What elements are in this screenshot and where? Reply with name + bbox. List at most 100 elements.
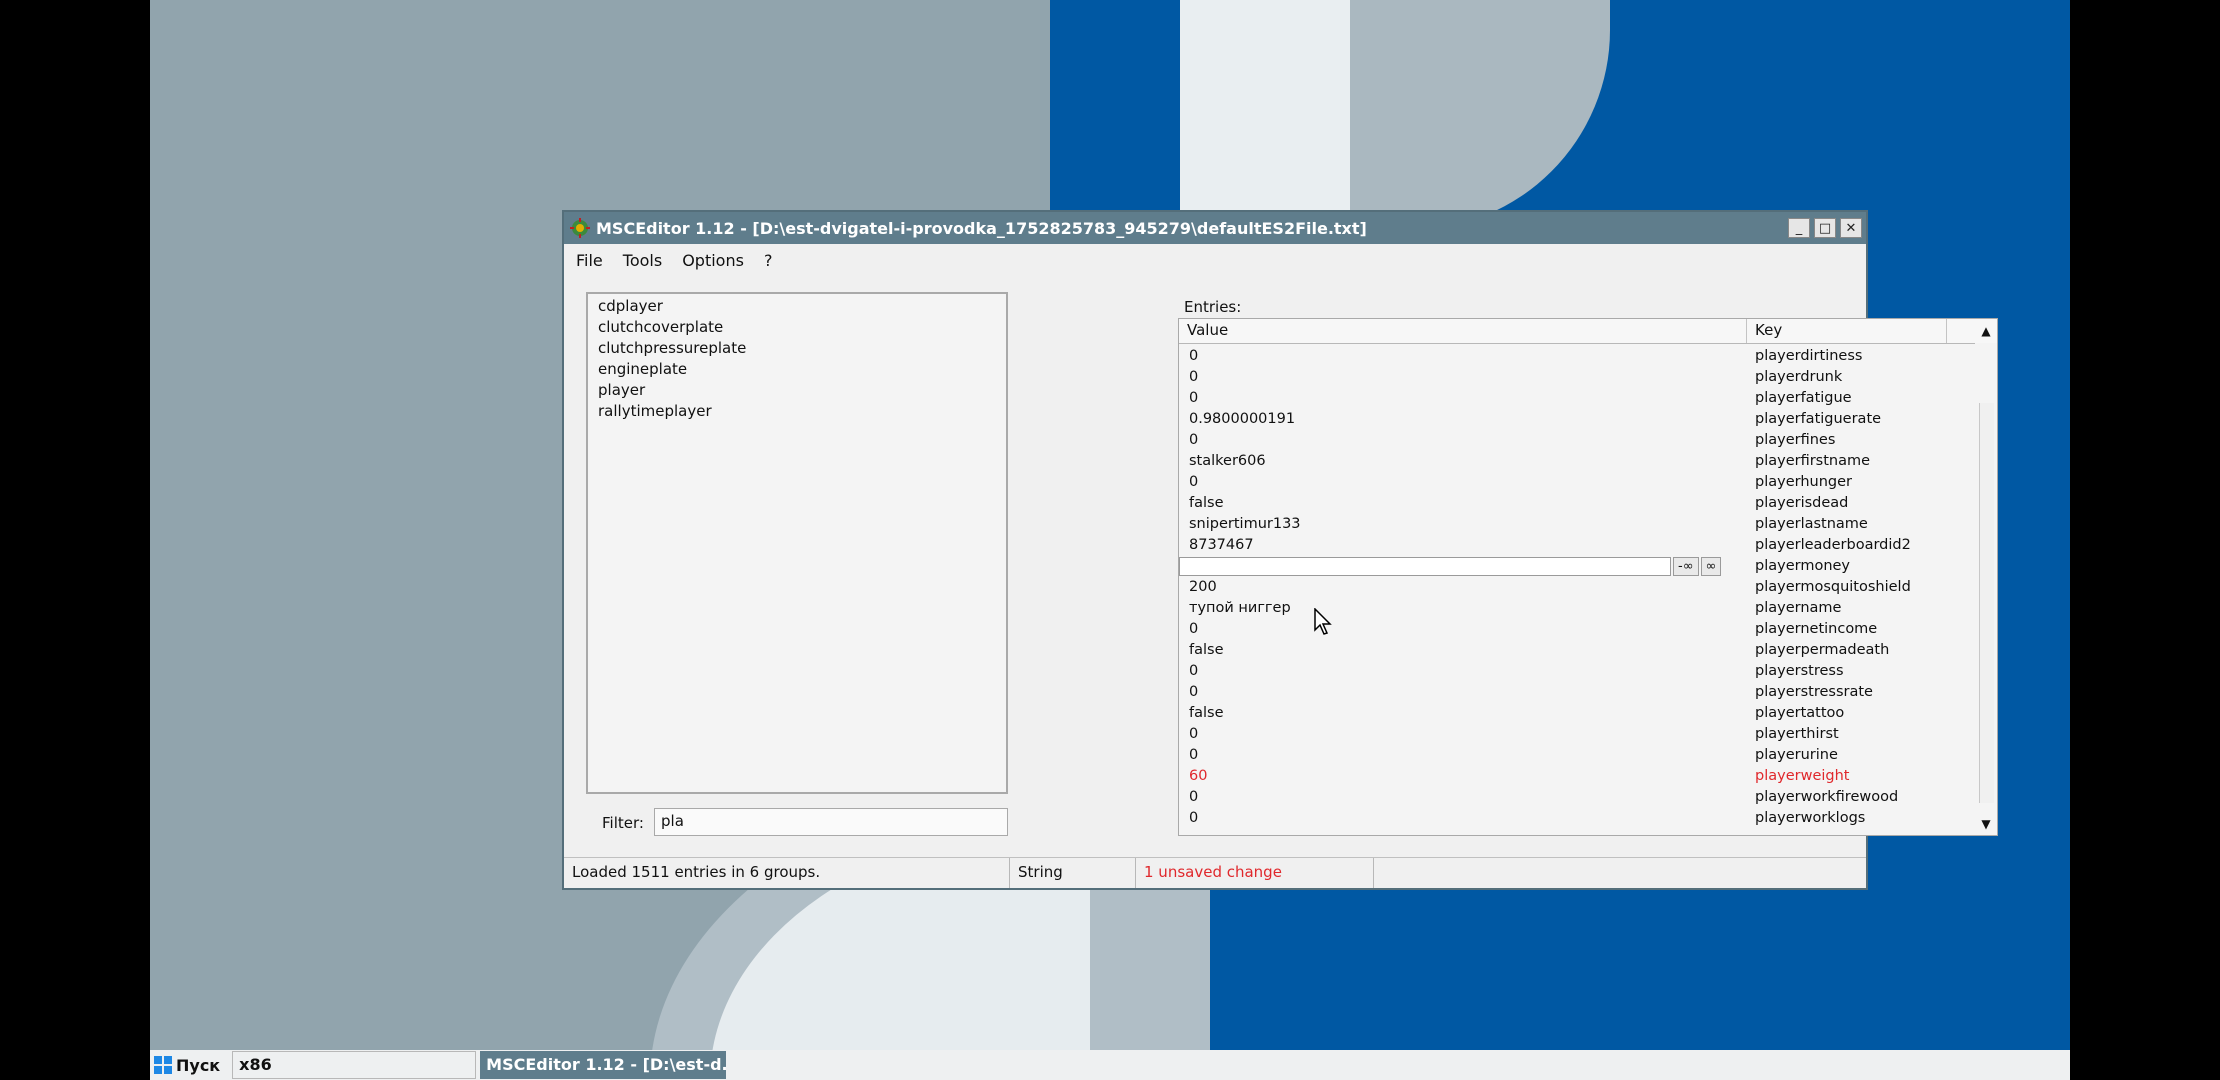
table-row[interactable]: 0 playernetincome <box>1179 619 1969 640</box>
key-cell[interactable]: playermoney <box>1747 556 1969 577</box>
value-cell[interactable]: 0 <box>1179 808 1747 829</box>
table-row[interactable]: 0 playerurine <box>1179 745 1969 766</box>
scroll-down-icon[interactable]: ▼ <box>1975 813 1997 835</box>
table-row[interactable]: false playerisdead <box>1179 493 1969 514</box>
value-cell[interactable]: false <box>1179 640 1747 661</box>
key-cell[interactable]: playerpermadeath <box>1747 640 1969 661</box>
table-row[interactable]: false playerpermadeath <box>1179 640 1969 661</box>
table-row[interactable]: 0 playerdrunk <box>1179 367 1969 388</box>
menu-help[interactable]: ? <box>764 251 773 270</box>
value-cell[interactable]: 0 <box>1179 388 1747 409</box>
key-cell[interactable]: playertattoo <box>1747 703 1969 724</box>
key-cell[interactable]: playerfines <box>1747 430 1969 451</box>
key-cell[interactable]: playermosquitoshield <box>1747 577 1969 598</box>
table-row[interactable]: 0 playerworklogs <box>1179 808 1969 829</box>
value-cell[interactable]: false <box>1179 493 1747 514</box>
table-row[interactable]: 0 playerstress <box>1179 661 1969 682</box>
column-header-value[interactable]: Value <box>1179 319 1747 343</box>
group-item[interactable]: rallytimeplayer <box>598 401 1006 422</box>
value-cell[interactable]: false <box>1179 703 1747 724</box>
maximize-button[interactable]: □ <box>1814 218 1836 238</box>
key-cell[interactable]: playerurine <box>1747 745 1969 766</box>
value-cell[interactable]: 0 <box>1179 619 1747 640</box>
key-cell[interactable]: playerisdead <box>1747 493 1969 514</box>
scrollbar-thumb[interactable] <box>1979 403 1994 803</box>
table-row[interactable]: 0 playerthirst <box>1179 724 1969 745</box>
group-item[interactable]: engineplate <box>598 359 1006 380</box>
group-item[interactable]: clutchpressureplate <box>598 338 1006 359</box>
key-cell[interactable]: playerlastname <box>1747 514 1969 535</box>
window-title: MSCEditor 1.12 - [D:\est-dvigatel-i-prov… <box>596 218 1367 238</box>
value-cell[interactable]: snipertimur133 <box>1179 514 1747 535</box>
key-cell[interactable]: playerworklogs <box>1747 808 1969 829</box>
filter-input[interactable]: pla <box>654 808 1008 836</box>
key-cell[interactable]: playerhunger <box>1747 472 1969 493</box>
menu-options[interactable]: Options <box>682 251 744 270</box>
key-cell[interactable]: playerfatiguerate <box>1747 409 1969 430</box>
table-row[interactable]: 200 playermosquitoshield <box>1179 577 1969 598</box>
value-cell[interactable]: 200 <box>1179 577 1747 598</box>
key-cell[interactable]: playerthirst <box>1747 724 1969 745</box>
key-cell[interactable]: playerfirstname <box>1747 451 1969 472</box>
value-cell[interactable]: 0 <box>1179 745 1747 766</box>
key-cell[interactable]: playerdrunk <box>1747 367 1969 388</box>
table-row[interactable]: 0 playerworkfirewood <box>1179 787 1969 808</box>
group-item[interactable]: cdplayer <box>598 296 1006 317</box>
value-cell[interactable]: 0 <box>1179 430 1747 451</box>
table-row[interactable]: тупой ниггер playername <box>1179 598 1969 619</box>
value-cell[interactable]: 0 <box>1179 346 1747 367</box>
table-row[interactable]: 0 playerhunger <box>1179 472 1969 493</box>
value-cell[interactable]: stalker606 <box>1179 451 1747 472</box>
table-row[interactable]: snipertimur133 playerlastname <box>1179 514 1969 535</box>
pos-infinity-button[interactable]: ∞ <box>1700 557 1722 576</box>
value-cell[interactable]: 0 <box>1179 787 1747 808</box>
value-cell[interactable]: 0 <box>1179 472 1747 493</box>
table-row[interactable]: 8737467 playerleaderboardid2 <box>1179 535 1969 556</box>
msceditor-window: MSCEditor 1.12 - [D:\est-dvigatel-i-prov… <box>562 210 1998 890</box>
group-list[interactable]: cdplayer clutchcoverplate clutchpressure… <box>586 292 1008 794</box>
key-cell[interactable]: playerleaderboardid2 <box>1747 535 1969 556</box>
taskbar-item-msceditor[interactable]: MSCEditor 1.12 - [D:\est-d... <box>480 1051 727 1079</box>
key-cell[interactable]: playername <box>1747 598 1969 619</box>
table-row[interactable]: stalker606 playerfirstname <box>1179 451 1969 472</box>
value-cell[interactable]: 0 <box>1179 367 1747 388</box>
value-cell[interactable]: 0 <box>1179 682 1747 703</box>
table-row[interactable]: 0 playerfines <box>1179 430 1969 451</box>
value-cell[interactable]: 0 <box>1179 724 1747 745</box>
table-row[interactable]: 0.9800000191 playerfatiguerate <box>1179 409 1969 430</box>
table-row[interactable]: 0 playerstressrate <box>1179 682 1969 703</box>
value-cell[interactable]: 0 <box>1179 661 1747 682</box>
neg-infinity-button[interactable]: -∞ <box>1673 557 1699 576</box>
windows-logo-icon <box>154 1056 172 1074</box>
vertical-scrollbar[interactable]: ▼ <box>1975 343 1997 835</box>
column-header-key[interactable]: Key <box>1747 319 1947 343</box>
key-cell[interactable]: playerworkfirewood <box>1747 787 1969 808</box>
title-bar[interactable]: MSCEditor 1.12 - [D:\est-dvigatel-i-prov… <box>564 212 1866 244</box>
key-cell[interactable]: playerstressrate <box>1747 682 1969 703</box>
menu-tools[interactable]: Tools <box>623 251 662 270</box>
key-cell[interactable]: playerdirtiness <box>1747 346 1969 367</box>
value-cell[interactable]: 0.9800000191 <box>1179 409 1747 430</box>
key-cell[interactable]: playerweight <box>1747 766 1969 787</box>
key-cell[interactable]: playerstress <box>1747 661 1969 682</box>
value-edit-input[interactable] <box>1179 557 1671 576</box>
group-item[interactable]: clutchcoverplate <box>598 317 1006 338</box>
status-unsaved: 1 unsaved change <box>1136 858 1374 888</box>
close-button[interactable]: ✕ <box>1840 218 1862 238</box>
scroll-up-icon[interactable]: ▲ <box>1975 319 1997 343</box>
table-row[interactable]: -∞ ∞ playermoney <box>1179 556 1969 577</box>
group-item[interactable]: player <box>598 380 1006 401</box>
menu-file[interactable]: File <box>576 251 603 270</box>
key-cell[interactable]: playerfatigue <box>1747 388 1969 409</box>
value-cell[interactable]: тупой ниггер <box>1179 598 1747 619</box>
table-row[interactable]: 0 playerfatigue <box>1179 388 1969 409</box>
minimize-button[interactable]: _ <box>1788 218 1810 238</box>
key-cell[interactable]: playernetincome <box>1747 619 1969 640</box>
value-cell[interactable]: 8737467 <box>1179 535 1747 556</box>
table-row[interactable]: false playertattoo <box>1179 703 1969 724</box>
table-row[interactable]: 60 playerweight <box>1179 766 1969 787</box>
value-edit-cell[interactable]: -∞ ∞ <box>1179 556 1747 577</box>
start-button[interactable]: Пуск <box>150 1051 226 1079</box>
value-cell[interactable]: 60 <box>1179 766 1747 787</box>
table-row[interactable]: 0 playerdirtiness <box>1179 346 1969 367</box>
